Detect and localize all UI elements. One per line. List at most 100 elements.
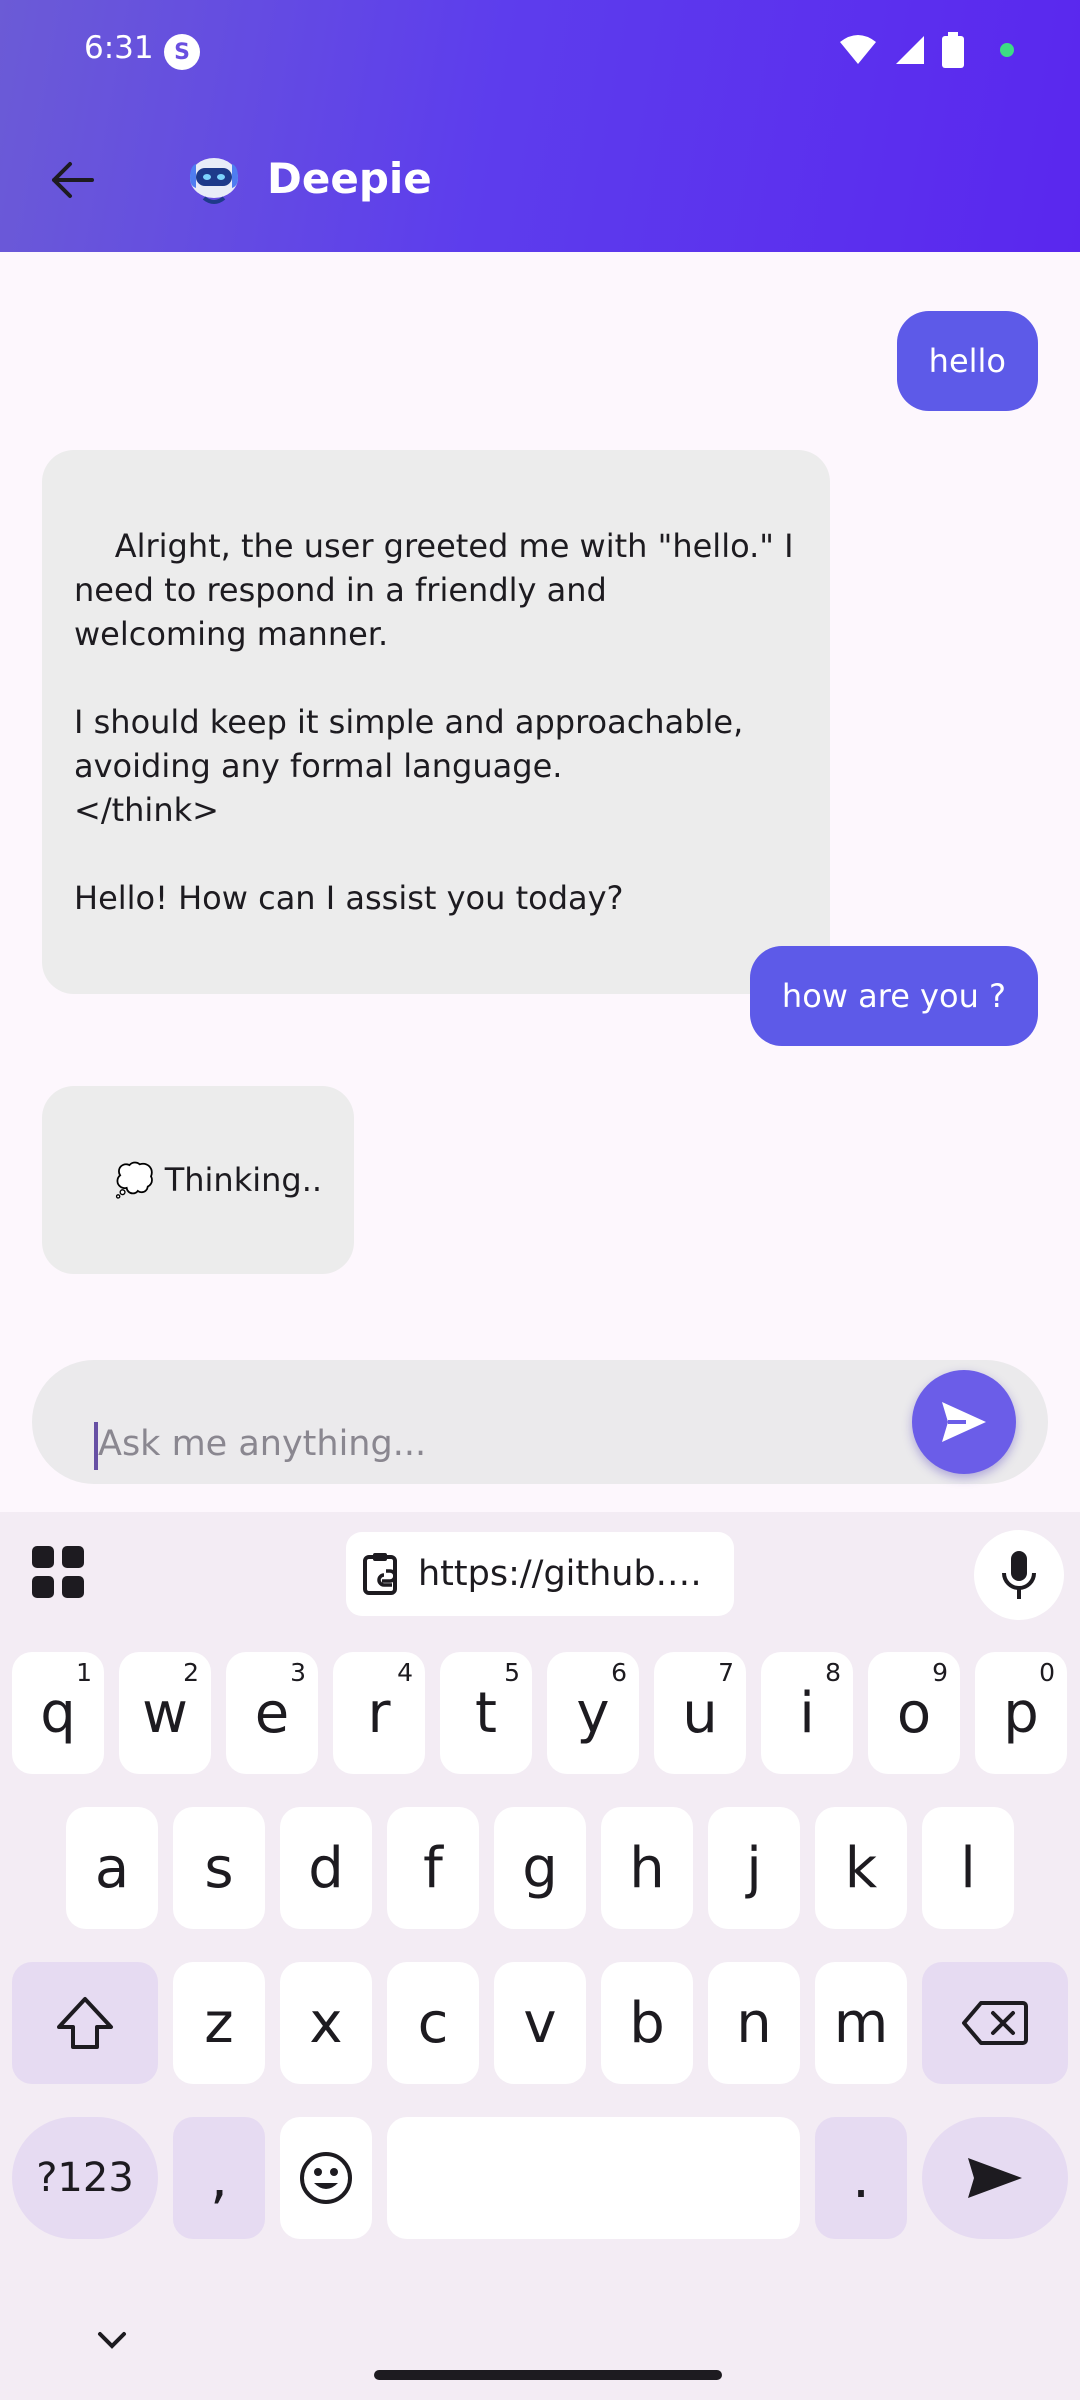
key-label: o (896, 1680, 932, 1746)
key-label: u (682, 1680, 718, 1746)
key-y[interactable]: y6 (547, 1652, 639, 1774)
key-hint: 2 (183, 1658, 199, 1687)
key-z[interactable]: z (173, 1962, 265, 2084)
key-label: i (799, 1680, 815, 1746)
key-r[interactable]: r4 (333, 1652, 425, 1774)
microphone-icon (1002, 1551, 1036, 1599)
key-l[interactable]: l (922, 1807, 1014, 1929)
key-label: w (142, 1680, 188, 1746)
s-notification-icon: S (164, 34, 200, 70)
key-label: v (523, 1990, 557, 2056)
backspace-icon (962, 2001, 1028, 2045)
apps-grid-icon[interactable] (32, 1546, 84, 1598)
thinking-text: 💭 Thinking.. (114, 1161, 323, 1199)
key-k[interactable]: k (815, 1807, 907, 1929)
soft-keyboard: https://github.… q1 w2 e3 r4 t5 y6 u7 i8… (0, 1512, 1080, 2400)
key-u[interactable]: u7 (654, 1652, 746, 1774)
key-n[interactable]: n (708, 1962, 800, 2084)
clipboard-suggestion[interactable]: https://github.… (346, 1532, 734, 1616)
shift-arrow-icon (57, 1997, 113, 2049)
key-label: . (852, 2145, 870, 2211)
key-label: k (844, 1835, 878, 1901)
status-icons (838, 32, 1014, 68)
key-hint: 5 (504, 1658, 520, 1687)
period-key[interactable]: . (815, 2117, 907, 2239)
key-label: l (960, 1835, 976, 1901)
key-t[interactable]: t5 (440, 1652, 532, 1774)
key-g[interactable]: g (494, 1807, 586, 1929)
key-hint: 4 (397, 1658, 413, 1687)
key-label: x (309, 1990, 343, 2056)
key-label: j (746, 1835, 762, 1901)
key-o[interactable]: o9 (868, 1652, 960, 1774)
key-hint: 1 (76, 1658, 92, 1687)
bot-message-bubble: Alright, the user greeted me with "hello… (42, 450, 830, 994)
key-v[interactable]: v (494, 1962, 586, 2084)
key-hint: 7 (718, 1658, 734, 1687)
key-label: ?123 (36, 2155, 134, 2201)
emoji-icon (300, 2152, 352, 2204)
wifi-icon (840, 35, 876, 64)
backspace-key[interactable] (922, 1962, 1068, 2084)
key-label: e (254, 1680, 290, 1746)
robot-icon (190, 158, 238, 204)
signal-icon (896, 36, 924, 64)
key-p[interactable]: p0 (975, 1652, 1067, 1774)
user-message-bubble: how are you ? (749, 946, 1038, 1046)
shift-key[interactable] (12, 1962, 158, 2084)
key-label: a (94, 1835, 130, 1901)
space-key[interactable] (387, 2117, 800, 2239)
chevron-down-icon[interactable] (96, 2330, 128, 2352)
emoji-key[interactable] (280, 2117, 372, 2239)
key-label: c (417, 1990, 449, 2056)
comma-key[interactable]: , (173, 2117, 265, 2239)
key-w[interactable]: w2 (119, 1652, 211, 1774)
voice-input-button[interactable] (974, 1530, 1064, 1620)
send-button[interactable] (912, 1370, 1016, 1474)
key-label: y (576, 1680, 610, 1746)
app-header: 6:31 S Deepie (0, 0, 1080, 252)
key-a[interactable]: a (66, 1807, 158, 1929)
battery-icon (942, 32, 964, 68)
key-e[interactable]: e3 (226, 1652, 318, 1774)
status-bar: 6:31 S (0, 0, 1080, 105)
key-h[interactable]: h (601, 1807, 693, 1929)
key-label: n (736, 1990, 772, 2056)
key-s[interactable]: s (173, 1807, 265, 1929)
user-message-bubble: hello (896, 311, 1038, 411)
message-input[interactable]: Ask me anything... (32, 1360, 1048, 1484)
enter-send-key[interactable] (922, 2117, 1068, 2239)
symbols-key[interactable]: ?123 (12, 2117, 158, 2239)
app-title: Deepie (267, 154, 432, 203)
key-label: d (308, 1835, 344, 1901)
privacy-dot-icon (1000, 43, 1014, 57)
back-button[interactable] (36, 144, 108, 216)
message-text: Alright, the user greeted me with "hello… (74, 527, 794, 917)
key-i[interactable]: i8 (761, 1652, 853, 1774)
key-j[interactable]: j (708, 1807, 800, 1929)
key-c[interactable]: c (387, 1962, 479, 2084)
key-d[interactable]: d (280, 1807, 372, 1929)
message-composer: Ask me anything... (0, 1332, 1080, 1512)
arrow-left-icon (52, 162, 94, 198)
key-hint: 8 (825, 1658, 841, 1687)
clipboard-link-icon (363, 1553, 397, 1595)
key-f[interactable]: f (387, 1807, 479, 1929)
key-hint: 3 (290, 1658, 306, 1687)
input-placeholder: Ask me anything... (98, 1424, 427, 1464)
status-time: 6:31 (84, 30, 154, 66)
key-label: t (475, 1680, 497, 1746)
key-b[interactable]: b (601, 1962, 693, 2084)
key-label: b (629, 1990, 665, 2056)
send-icon (942, 1402, 986, 1442)
home-indicator[interactable] (374, 2370, 722, 2380)
chat-list[interactable]: hello Alright, the user greeted me with … (0, 252, 1080, 1332)
key-label: h (629, 1835, 665, 1901)
key-label: s (204, 1835, 234, 1901)
key-x[interactable]: x (280, 1962, 372, 2084)
key-m[interactable]: m (815, 1962, 907, 2084)
send-icon (968, 2158, 1022, 2198)
key-label: , (210, 2145, 228, 2211)
key-q[interactable]: q1 (12, 1652, 104, 1774)
key-label: m (833, 1990, 889, 2056)
